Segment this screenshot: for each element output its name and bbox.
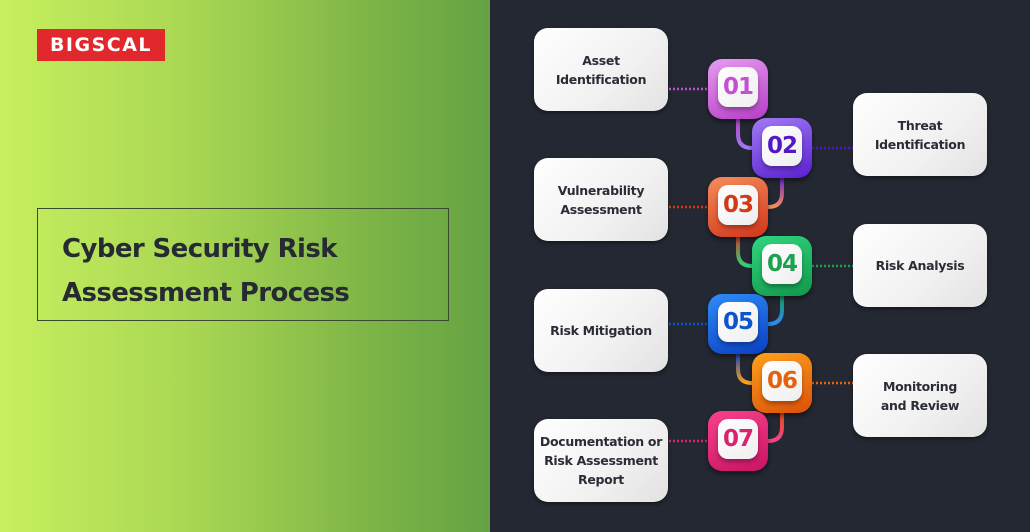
step-badge-01: 01 [708, 59, 768, 119]
step-number: 07 [718, 419, 758, 459]
step-badge-04: 04 [752, 236, 812, 296]
step-number: 03 [718, 185, 758, 225]
step-number: 01 [718, 67, 758, 107]
step-number: 05 [718, 302, 758, 342]
connectors [669, 87, 853, 443]
step-badge-07: 07 [708, 411, 768, 471]
step-badge-05: 05 [708, 294, 768, 354]
step-badge-02: 02 [752, 118, 812, 178]
step-number: 06 [762, 361, 802, 401]
step-number: 04 [762, 244, 802, 284]
step-badge-03: 03 [708, 177, 768, 237]
step-number: 02 [762, 126, 802, 166]
step-badge-06: 06 [752, 353, 812, 413]
